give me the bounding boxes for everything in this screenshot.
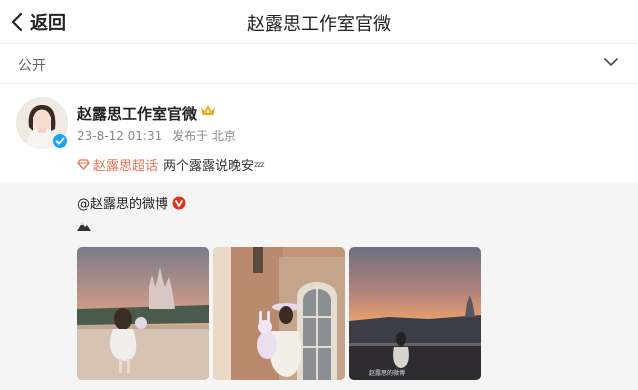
photo-castle[interactable] [77,247,209,380]
photo-window[interactable] [213,247,345,380]
diamond-icon [77,159,90,170]
repost-author-name[interactable]: @赵露思的微博 [77,193,168,212]
post-text: 赵露思超话 两个露露说晚安 zzz [77,155,265,174]
chevron-down-icon[interactable] [604,57,618,67]
photo-sunset[interactable]: 赵露思的微博 [349,247,481,380]
author-name[interactable]: 赵露思工作室官微 [77,103,197,124]
photo-watermark: 赵露思的微博 [369,370,406,377]
crown-icon [201,105,215,115]
mountain-emoji-icon [77,223,91,231]
verified-badge-icon [52,133,68,149]
page-title: 赵露思工作室官微 [247,14,391,35]
repost-author[interactable]: @赵露思的微博 [77,193,186,212]
top-bar: 返回 赵露思工作室官微 [0,0,638,44]
post-location: 发布于 北京 [172,129,236,143]
post-header: 赵露思工作室官微 23-8-12 01:31 发布于 北京 赵露思超话 两个露露… [0,85,638,183]
zzz-emoji: zzz [254,160,265,169]
visibility-label: 公开 [18,58,46,74]
repost-block[interactable]: @赵露思的微博 赵露思的微博 [0,183,638,390]
topic-link[interactable]: 赵露思超话 [93,155,158,174]
post-body: 两个露露说晚安 [163,159,255,174]
post-meta: 23-8-12 01:31 发布于 北京 [77,127,242,144]
post-date: 23-8-12 01:31 [77,129,163,143]
visibility-selector[interactable]: 公开 [0,44,638,84]
v-badge-icon [172,196,186,209]
